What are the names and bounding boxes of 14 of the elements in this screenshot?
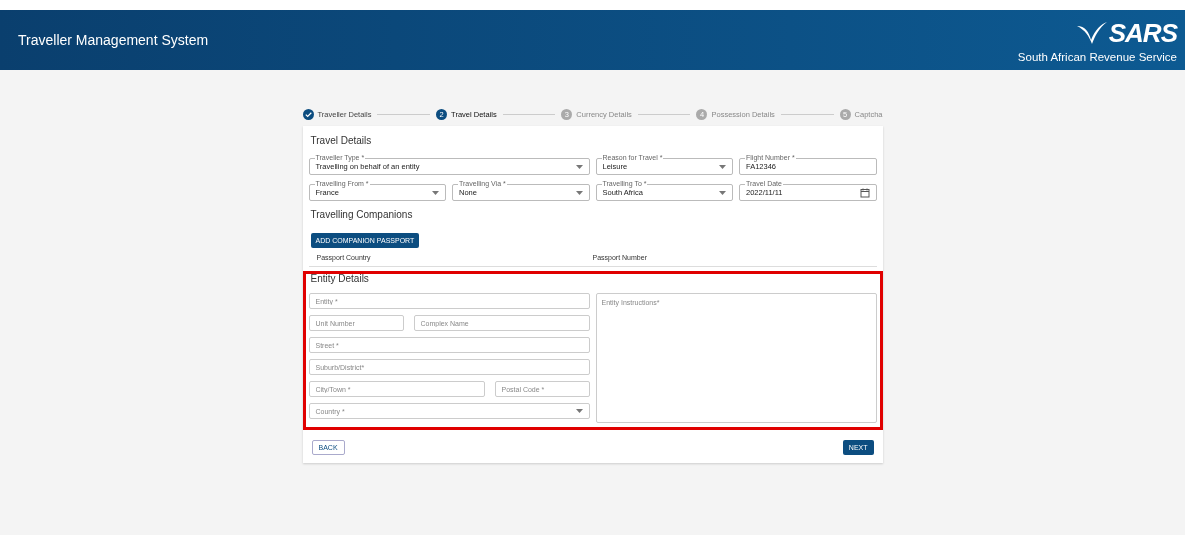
app-title: Traveller Management System	[18, 32, 209, 48]
logo-text: SARS	[1108, 17, 1177, 49]
caret-icon	[575, 164, 583, 169]
caret-icon	[719, 164, 726, 169]
section-title: Entity Details	[310, 273, 370, 284]
section-title: Travel Details	[310, 135, 373, 146]
caret-icon	[719, 190, 726, 195]
section-title: Travelling Companions	[310, 209, 414, 220]
logo-icon	[1076, 22, 1107, 44]
caret-icon	[575, 190, 583, 195]
organization-name: South African Revenue Service	[1017, 50, 1177, 63]
calendar-icon	[859, 187, 870, 198]
caret-icon	[575, 409, 583, 413]
caret-icon	[432, 190, 439, 195]
